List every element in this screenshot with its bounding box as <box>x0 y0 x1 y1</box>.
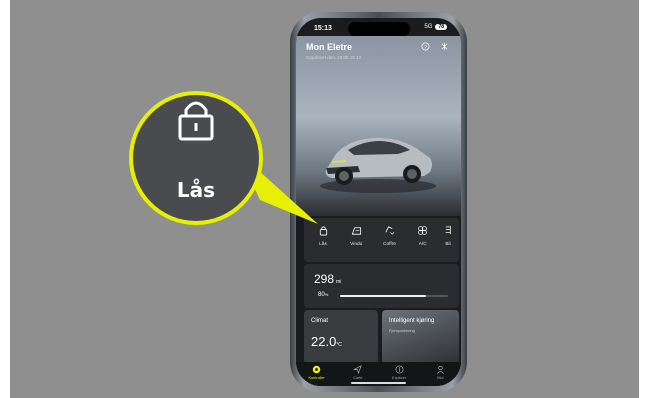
callout-label: Lås <box>176 178 216 202</box>
callout-magnifier <box>129 91 318 225</box>
lock-icon <box>178 101 214 141</box>
